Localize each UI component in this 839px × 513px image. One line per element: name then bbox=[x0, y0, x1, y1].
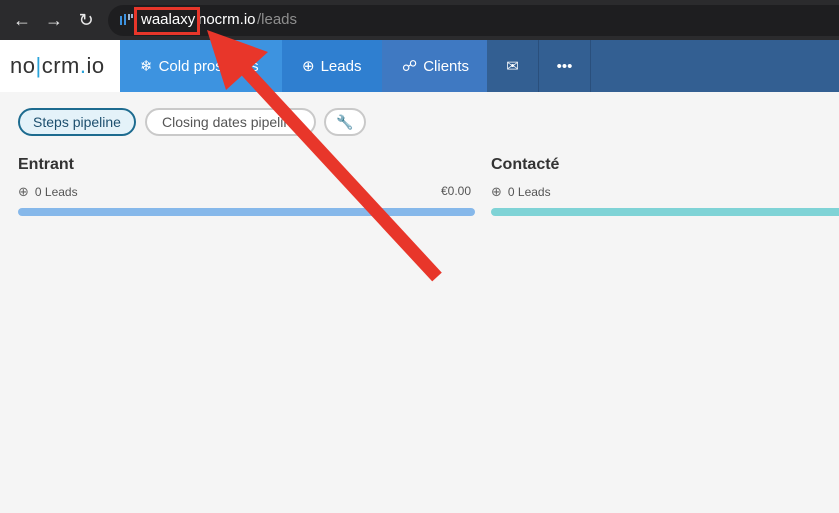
tab-mail[interactable]: ✉ bbox=[487, 40, 538, 92]
more-dots-icon: ••• bbox=[556, 57, 573, 75]
steps-pipeline-button[interactable]: Steps pipeline bbox=[18, 108, 136, 136]
column-title: Contacté bbox=[491, 156, 560, 173]
column-lead-count: ⊕ 0 Leads bbox=[18, 184, 78, 200]
logo-part: crm bbox=[41, 53, 80, 78]
logo-part: io bbox=[86, 53, 105, 78]
column-title: Entrant bbox=[18, 156, 74, 173]
lead-count-label: 0 Leads bbox=[34, 185, 78, 199]
tab-label: Cold prospects bbox=[158, 57, 259, 75]
forward-arrow-icon[interactable]: → bbox=[43, 9, 65, 31]
header-nav-filler bbox=[590, 40, 839, 92]
tab-cold-prospects[interactable]: ❄ Cold prospects bbox=[120, 40, 282, 92]
column-color-bar bbox=[491, 208, 839, 216]
envelope-icon: ✉ bbox=[506, 58, 519, 75]
lead-count-label: 0 Leads bbox=[507, 185, 551, 199]
tab-more[interactable]: ••• bbox=[538, 40, 590, 92]
tab-label: Leads bbox=[320, 57, 362, 75]
back-arrow-icon[interactable]: ← bbox=[11, 9, 33, 31]
annotation-highlight-box bbox=[134, 7, 200, 35]
tab-label: Clients bbox=[423, 57, 470, 75]
site-favicon-icon bbox=[120, 14, 133, 25]
tab-leads[interactable]: ⊕ Leads bbox=[282, 40, 382, 92]
wrench-icon: 🔧 bbox=[336, 114, 354, 130]
reload-icon[interactable]: ↻ bbox=[75, 9, 97, 31]
nocrm-logo[interactable]: no|crm.io bbox=[10, 53, 105, 79]
crosshair-icon: ⊕ bbox=[491, 184, 502, 199]
crosshair-icon: ⊕ bbox=[302, 58, 315, 75]
tab-clients[interactable]: ☍ Clients bbox=[382, 40, 487, 92]
crosshair-icon: ⊕ bbox=[18, 184, 29, 199]
column-amount: €0.00 bbox=[441, 184, 472, 198]
closing-dates-pipeline-button[interactable]: Closing dates pipeline bbox=[145, 108, 316, 136]
column-lead-count: ⊕ 0 Leads bbox=[491, 184, 551, 200]
url-host: nocrm.io bbox=[198, 11, 256, 28]
logo-part: no bbox=[10, 53, 36, 78]
settings-wrench-button[interactable]: 🔧 bbox=[324, 108, 366, 136]
snowflake-icon: ❄ bbox=[140, 58, 153, 75]
handshake-icon: ☍ bbox=[402, 58, 418, 75]
column-color-bar bbox=[18, 208, 475, 216]
url-path: /leads bbox=[257, 11, 298, 28]
